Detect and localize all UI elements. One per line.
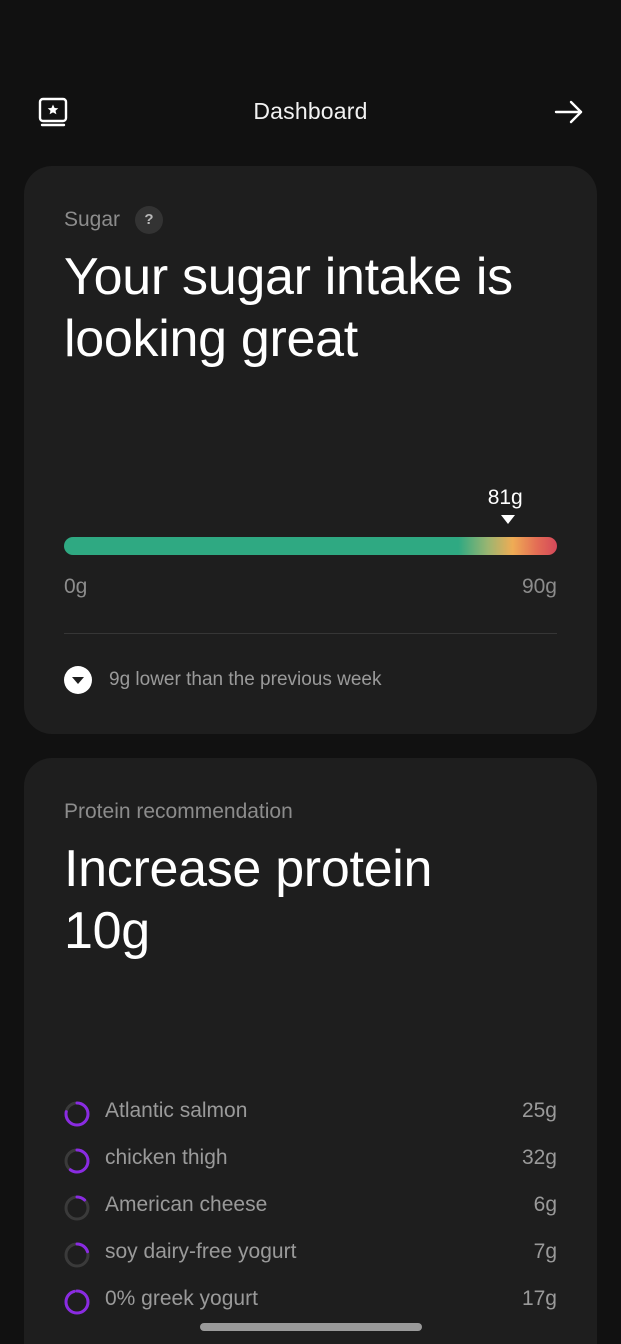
sugar-eyebrow: Sugar bbox=[64, 208, 121, 231]
arrow-right-icon[interactable] bbox=[553, 96, 585, 128]
food-list-item[interactable]: soy dairy-free yogurt 7g bbox=[64, 1237, 557, 1284]
food-protein-amount: 7g bbox=[533, 1240, 557, 1263]
home-indicator bbox=[200, 1323, 422, 1331]
food-name: soy dairy-free yogurt bbox=[105, 1240, 297, 1263]
sugar-max-label: 90g bbox=[521, 575, 557, 598]
progress-ring-icon bbox=[64, 1242, 90, 1268]
sugar-card[interactable]: Sugar ? Your sugar intake is looking gre… bbox=[24, 166, 597, 734]
food-list-item[interactable]: chicken thigh 32g bbox=[64, 1143, 557, 1190]
food-protein-amount: 6g bbox=[533, 1193, 557, 1216]
food-name: American cheese bbox=[105, 1193, 268, 1216]
food-protein-amount: 32g bbox=[521, 1146, 557, 1169]
sugar-progress-bar bbox=[64, 537, 557, 555]
protein-card[interactable]: Protein recommendation Increase protein … bbox=[24, 758, 597, 1344]
sugar-change-text: 9g lower than the previous week bbox=[109, 669, 382, 690]
progress-ring-icon bbox=[64, 1289, 90, 1315]
progress-ring-icon bbox=[64, 1195, 90, 1221]
progress-ring-icon bbox=[64, 1101, 90, 1127]
top-bar: Dashboard bbox=[0, 88, 621, 134]
page-title: Dashboard bbox=[253, 98, 368, 124]
sugar-marker-pointer bbox=[500, 515, 515, 524]
divider bbox=[64, 633, 557, 634]
food-protein-amount: 25g bbox=[521, 1099, 557, 1122]
food-name: 0% greek yogurt bbox=[105, 1287, 258, 1310]
sugar-marker-value: 81g bbox=[487, 486, 523, 509]
food-name: Atlantic salmon bbox=[105, 1099, 248, 1122]
food-protein-amount: 17g bbox=[521, 1287, 557, 1310]
progress-ring-icon bbox=[64, 1148, 90, 1174]
food-list: Atlantic salmon 25g chicken thigh 32g Americ… bbox=[64, 1096, 557, 1331]
protein-headline: Increase protein 10g bbox=[64, 840, 433, 960]
chevron-down-circle-icon bbox=[64, 666, 92, 694]
help-button[interactable]: ? bbox=[135, 206, 163, 234]
sugar-min-label: 0g bbox=[64, 575, 88, 598]
food-list-item[interactable]: American cheese 6g bbox=[64, 1190, 557, 1237]
sugar-headline: Your sugar intake is looking great bbox=[64, 248, 513, 368]
food-list-item[interactable]: Atlantic salmon 25g bbox=[64, 1096, 557, 1143]
food-name: chicken thigh bbox=[105, 1146, 228, 1169]
protein-eyebrow: Protein recommendation bbox=[64, 800, 293, 823]
